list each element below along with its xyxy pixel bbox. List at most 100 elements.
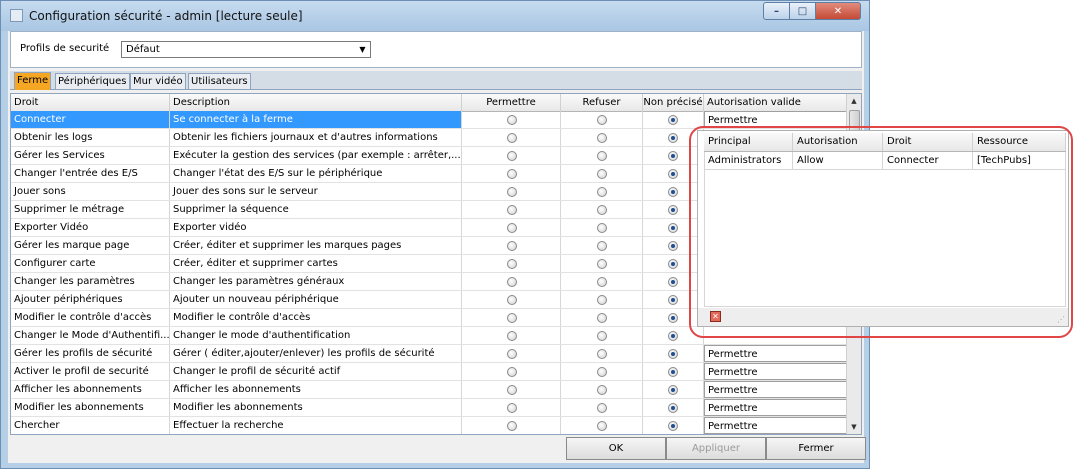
radio-refuser[interactable] <box>597 403 607 413</box>
column-header-droit[interactable]: Droit <box>11 94 170 111</box>
radio-permettre[interactable] <box>507 349 517 359</box>
radio-non-precise[interactable] <box>668 295 678 305</box>
close-window-button[interactable]: ✕ <box>816 2 861 20</box>
radio-refuser[interactable] <box>597 205 607 215</box>
column-header-permettre[interactable]: Permettre <box>462 94 561 111</box>
ok-button[interactable]: OK <box>566 437 666 460</box>
cell-droit: Modifier les abonnements <box>11 399 170 416</box>
radio-permettre[interactable] <box>507 259 517 269</box>
minimize-button[interactable]: – <box>763 2 790 20</box>
radio-permettre[interactable] <box>507 151 517 161</box>
radio-non-precise[interactable] <box>668 205 678 215</box>
cell-droit: Afficher les abonnements <box>11 381 170 398</box>
radio-refuser[interactable] <box>597 151 607 161</box>
cell-autorisation-valide: Permettre <box>704 381 849 398</box>
radio-non-precise[interactable] <box>668 241 678 251</box>
profile-panel: Profils de securité Défaut ▼ <box>10 31 862 68</box>
radio-refuser[interactable] <box>597 133 607 143</box>
tab-strip: Ferme Périphériques Mur vidéo Utilisateu… <box>10 71 862 90</box>
radio-refuser[interactable] <box>597 259 607 269</box>
radio-refuser[interactable] <box>597 349 607 359</box>
radio-refuser[interactable] <box>597 385 607 395</box>
radio-refuser[interactable] <box>597 241 607 251</box>
radio-permettre[interactable] <box>507 223 517 233</box>
tab-utilisateurs[interactable]: Utilisateurs <box>188 73 251 89</box>
scroll-up-icon[interactable]: ▲ <box>847 94 861 108</box>
window-title: Configuration sécurité - admin [lecture … <box>29 9 303 23</box>
radio-permettre[interactable] <box>507 133 517 143</box>
radio-refuser[interactable] <box>597 295 607 305</box>
radio-permettre[interactable] <box>507 277 517 287</box>
close-button[interactable]: Fermer <box>766 437 866 460</box>
radio-non-precise[interactable] <box>668 259 678 269</box>
column-header-autorisation[interactable]: Autorisation valide <box>704 94 849 111</box>
radio-permettre[interactable] <box>507 331 517 341</box>
radio-refuser[interactable] <box>597 331 607 341</box>
radio-non-precise[interactable] <box>668 421 678 431</box>
window-controls: – □ ✕ <box>763 2 861 20</box>
cell-description: Changer l'état des E/S sur le périphériq… <box>170 165 462 182</box>
cell-autorisation-valide: Permettre <box>704 417 849 434</box>
radio-refuser[interactable] <box>597 115 607 125</box>
profile-selected-value: Défaut <box>126 44 160 55</box>
radio-non-precise[interactable] <box>668 169 678 179</box>
radio-permettre[interactable] <box>507 187 517 197</box>
column-header-description[interactable]: Description <box>170 94 462 111</box>
maximize-button[interactable]: □ <box>790 2 816 20</box>
radio-non-precise[interactable] <box>668 277 678 287</box>
radio-refuser[interactable] <box>597 169 607 179</box>
table-row[interactable]: Modifier les abonnements Modifier les abo… <box>11 399 849 417</box>
radio-permettre[interactable] <box>507 115 517 125</box>
radio-permettre[interactable] <box>507 241 517 251</box>
radio-refuser[interactable] <box>597 313 607 323</box>
radio-non-precise[interactable] <box>668 331 678 341</box>
radio-non-precise[interactable] <box>668 313 678 323</box>
column-header-non-precise[interactable]: Non précisé <box>643 94 704 111</box>
cell-description: Supprimer la séquence <box>170 201 462 218</box>
table-row[interactable]: Activer le profil de securité Changer le … <box>11 363 849 381</box>
cell-description: Changer les paramètres généraux <box>170 273 462 290</box>
radio-refuser[interactable] <box>597 421 607 431</box>
radio-non-precise[interactable] <box>668 367 678 377</box>
radio-permettre[interactable] <box>507 295 517 305</box>
profile-dropdown[interactable]: Défaut ▼ <box>121 41 371 58</box>
tab-peripheriques[interactable]: Périphériques <box>55 73 130 89</box>
radio-refuser[interactable] <box>597 277 607 287</box>
apply-button[interactable]: Appliquer <box>666 437 766 460</box>
cell-droit: Changer les paramètres <box>11 273 170 290</box>
radio-permettre[interactable] <box>507 421 517 431</box>
table-row[interactable]: Gérer les profils de sécurité Gérer ( édi… <box>11 345 849 363</box>
cell-autorisation-valide: Permettre <box>704 345 849 362</box>
cell-description: Créer, éditer et supprimer les marques p… <box>170 237 462 254</box>
cell-droit: Gérer les Services <box>11 147 170 164</box>
radio-non-precise[interactable] <box>668 133 678 143</box>
cell-description: Modifier le contrôle d'accès <box>170 309 462 326</box>
radio-permettre[interactable] <box>507 205 517 215</box>
chevron-down-icon[interactable]: ▼ <box>355 42 370 57</box>
table-row[interactable]: Afficher les abonnements Afficher les abo… <box>11 381 849 399</box>
title-bar[interactable]: Configuration sécurité - admin [lecture … <box>1 1 869 31</box>
radio-non-precise[interactable] <box>668 223 678 233</box>
table-row[interactable]: Chercher Effectuer la recherche Permettre <box>11 417 849 434</box>
radio-refuser[interactable] <box>597 367 607 377</box>
radio-non-precise[interactable] <box>668 151 678 161</box>
radio-non-precise[interactable] <box>668 349 678 359</box>
column-header-refuser[interactable]: Refuser <box>561 94 643 111</box>
tab-mur-video[interactable]: Mur vidéo <box>130 73 186 89</box>
radio-permettre[interactable] <box>507 313 517 323</box>
radio-permettre[interactable] <box>507 367 517 377</box>
radio-non-precise[interactable] <box>668 187 678 197</box>
radio-permettre[interactable] <box>507 385 517 395</box>
radio-refuser[interactable] <box>597 223 607 233</box>
tab-ferme[interactable]: Ferme <box>14 72 52 90</box>
radio-refuser[interactable] <box>597 187 607 197</box>
cell-description: Modifier les abonnements <box>170 399 462 416</box>
radio-permettre[interactable] <box>507 403 517 413</box>
radio-non-precise[interactable] <box>668 403 678 413</box>
radio-non-precise[interactable] <box>668 115 678 125</box>
cell-description: Changer le profil de sécurité actif <box>170 363 462 380</box>
radio-permettre[interactable] <box>507 169 517 179</box>
scroll-down-icon[interactable]: ▼ <box>847 420 861 434</box>
cell-droit: Activer le profil de securité <box>11 363 170 380</box>
radio-non-precise[interactable] <box>668 385 678 395</box>
